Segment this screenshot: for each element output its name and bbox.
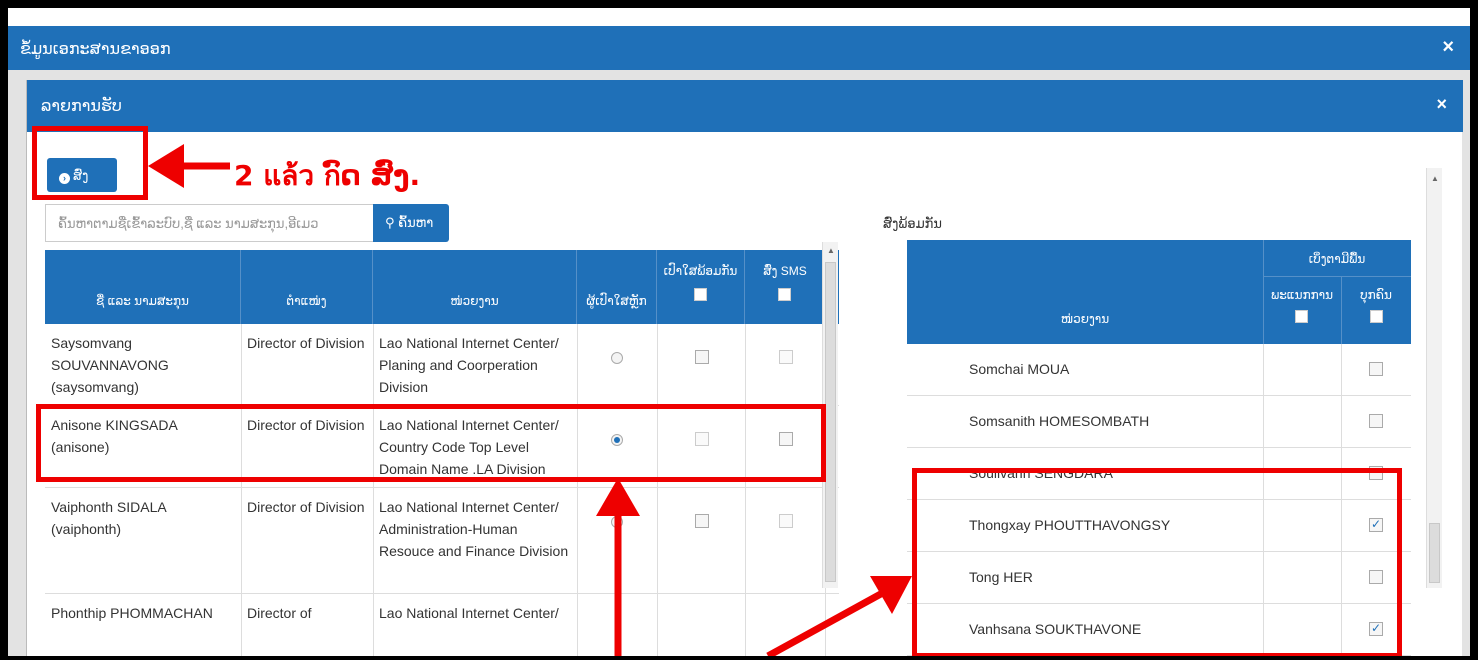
screenshot-frame: ຂໍ້ມູນເອກະສານຂາອອກ × ລາຍການຮັບ × › ສົ່ງ ຄ…	[8, 8, 1470, 656]
arrow-up-to-row	[596, 478, 640, 656]
arrow-to-right-list	[766, 576, 912, 656]
annotation-arrows	[148, 144, 912, 656]
arrow-to-send-button	[148, 144, 230, 188]
